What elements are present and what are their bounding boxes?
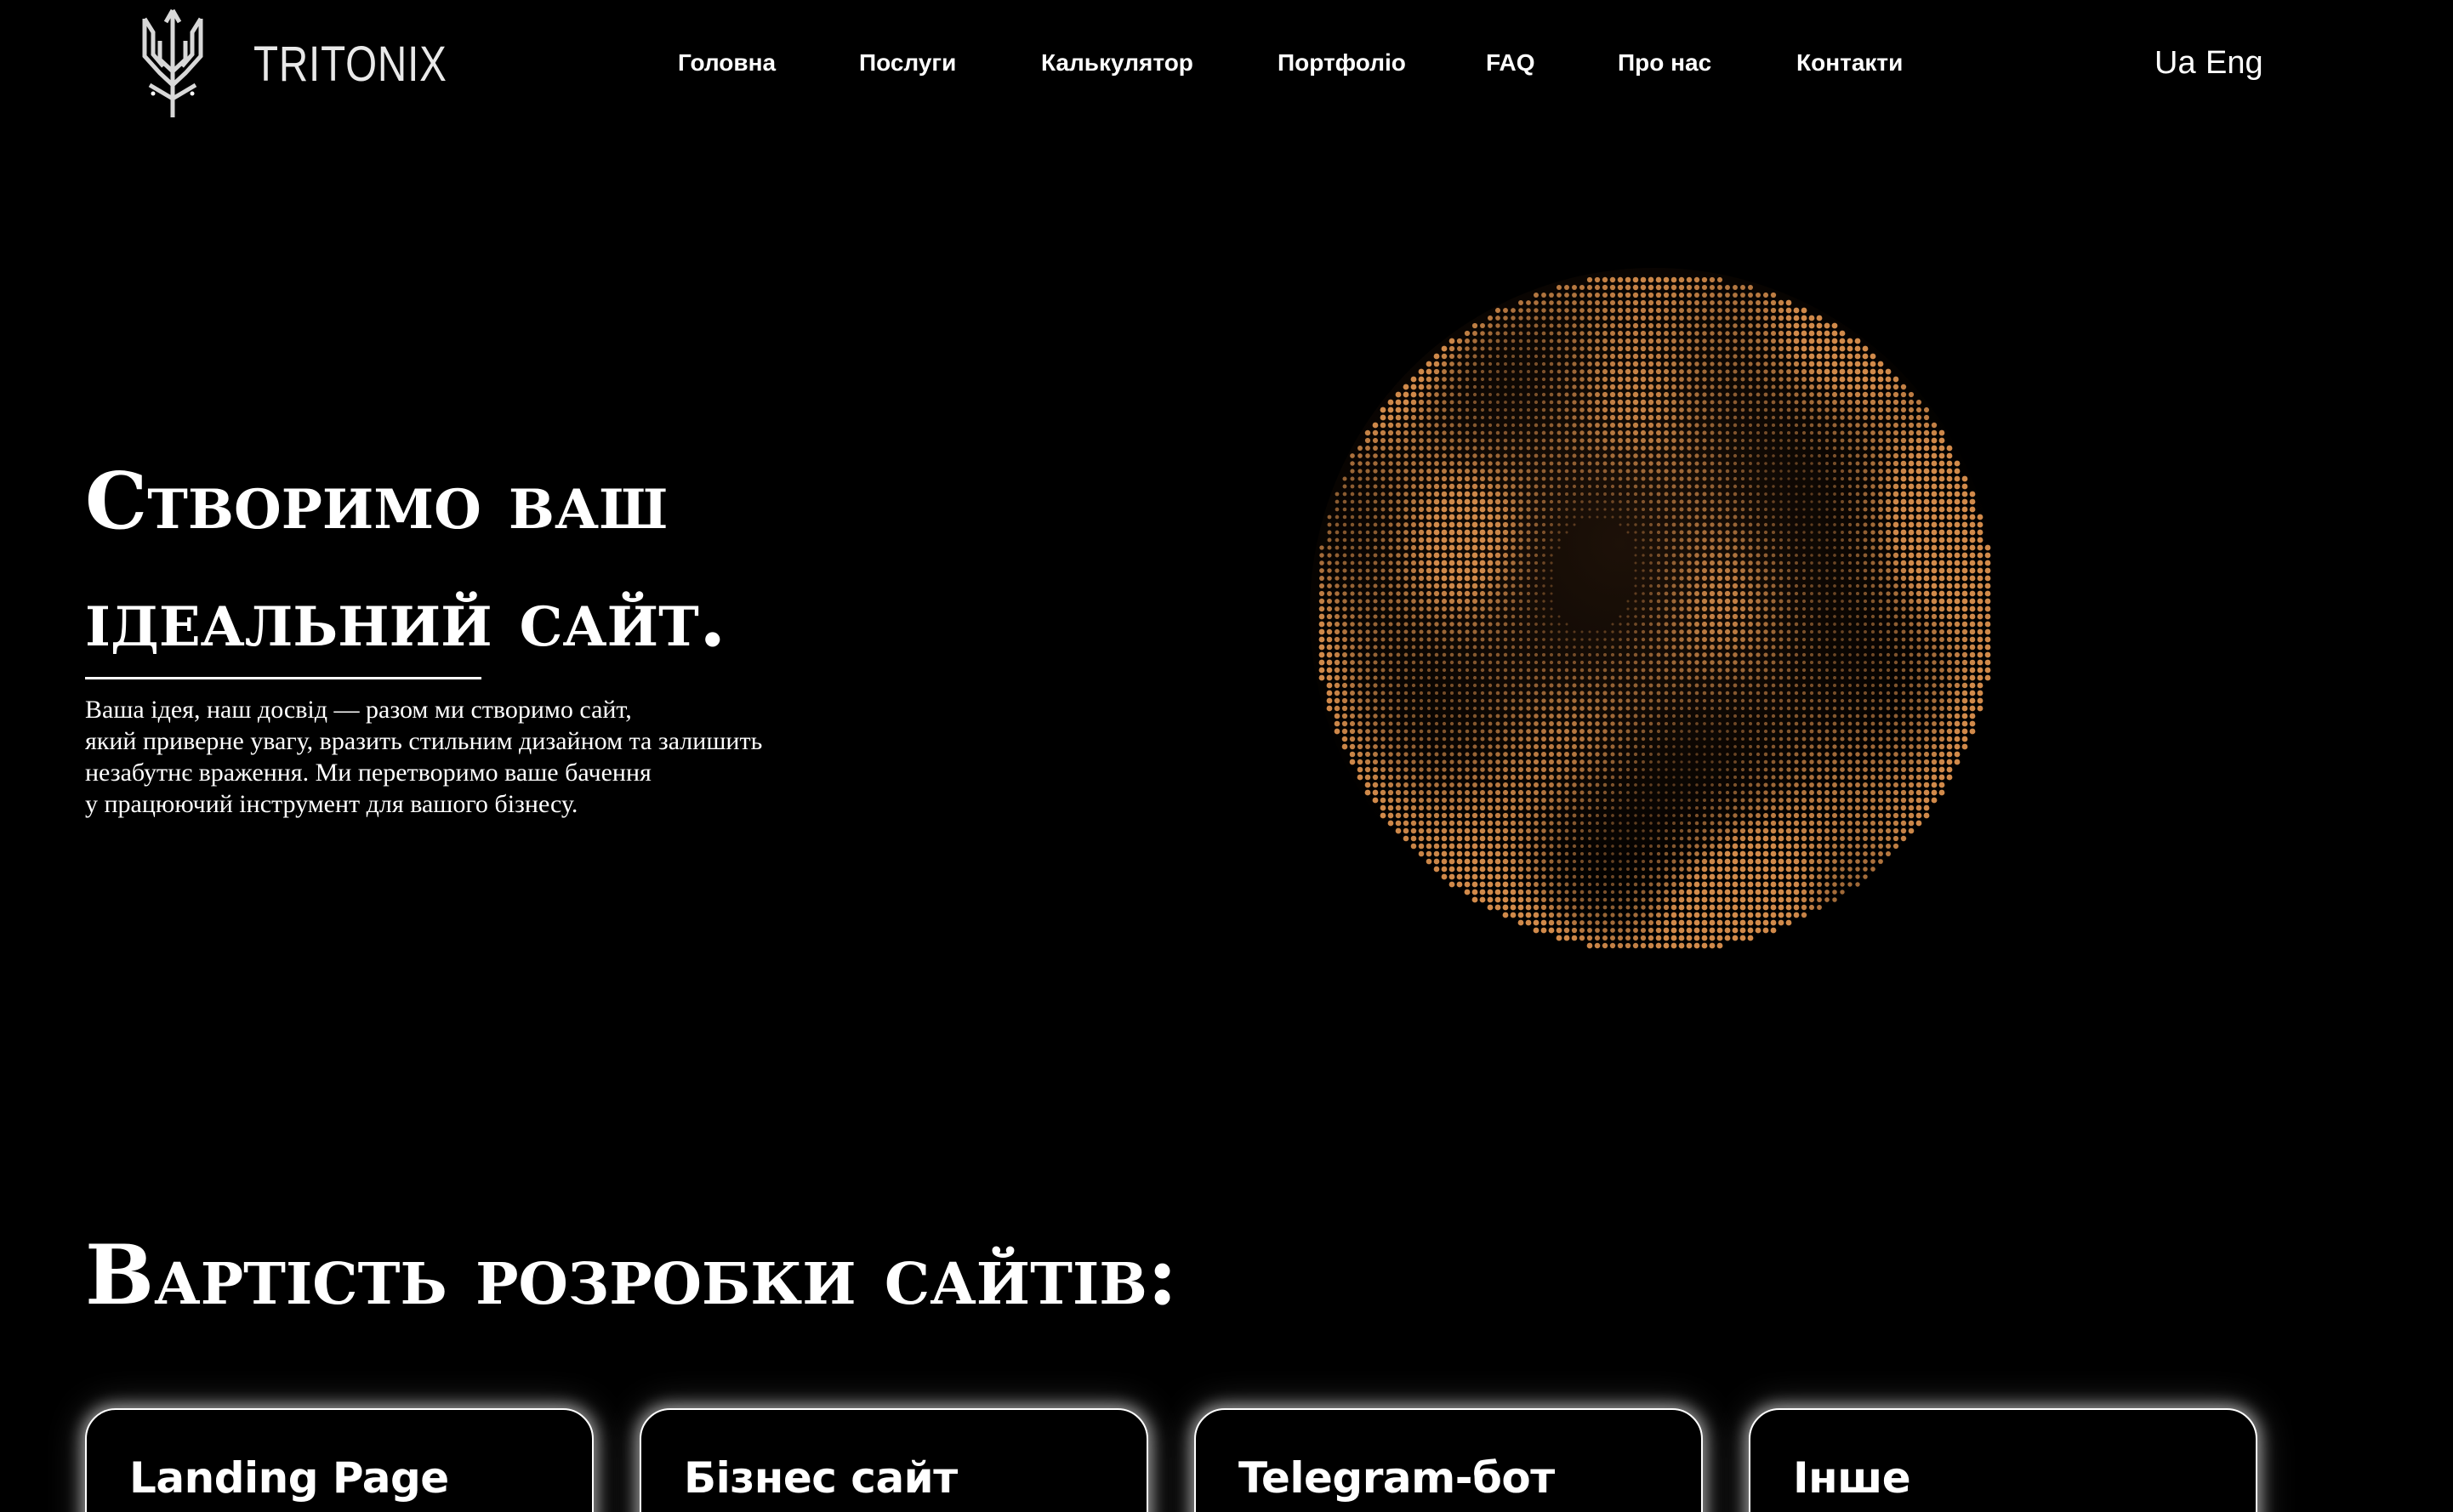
lang-ua-button[interactable]: Ua (2154, 43, 2196, 83)
nav-item-contacts[interactable]: Контакти (1796, 48, 1903, 78)
pricing-card-title: Landing Page (129, 1453, 449, 1503)
hero-description-line: у працюючий інструмент для вашого бізнес… (85, 790, 578, 818)
nav-item-faq[interactable]: FAQ (1486, 48, 1535, 78)
hero-description-line: який приверне увагу, вразить стильним ди… (85, 727, 763, 755)
nav-item-calculator[interactable]: Калькулятор (1041, 48, 1193, 78)
lang-eng-button[interactable]: Eng (2205, 43, 2263, 83)
pricing-title: Вартість розробки сайтів: (85, 1227, 1178, 1323)
nav-item-about[interactable]: Про нас (1618, 48, 1711, 78)
hero-description-line: незабутнє враження. Ми перетворимо ваше … (85, 759, 652, 787)
hero-description-line: Ваша ідея, наш досвід — разом ми створим… (85, 696, 632, 724)
particle-sphere-icon (1301, 255, 2007, 969)
pricing-card-title: Telegram-бот (1238, 1453, 1555, 1503)
pricing-card-telegram-bot[interactable]: Telegram-бот (1194, 1408, 1703, 1512)
pricing-card-title: Інше (1793, 1453, 1911, 1503)
nav-item-services[interactable]: Послуги (859, 48, 956, 78)
hero-divider (85, 677, 481, 679)
trident-logo-icon[interactable] (134, 7, 211, 119)
hero-title-line: ідеальний сайт. (85, 572, 726, 664)
pricing-card-business[interactable]: Бізнес сайт (640, 1408, 1148, 1512)
hero-description: Ваша ідея, наш досвід — разом ми створим… (85, 694, 851, 820)
hero-title-line: Створимо ваш (85, 455, 669, 547)
nav-item-portfolio[interactable]: Портфоліо (1278, 48, 1406, 78)
nav-item-home[interactable]: Головна (678, 48, 776, 78)
brand-name[interactable]: TRITONIX (253, 32, 447, 97)
pricing-card-landing[interactable]: Landing Page (85, 1408, 594, 1512)
site-header: TRITONIX Головна Послуги Калькулятор Пор… (0, 0, 2453, 128)
pricing-card-title: Бізнес сайт (684, 1453, 958, 1503)
pricing-card-other[interactable]: Інше (1749, 1408, 2257, 1512)
hero-title: Створимо ваш ідеальний сайт. (85, 442, 851, 677)
